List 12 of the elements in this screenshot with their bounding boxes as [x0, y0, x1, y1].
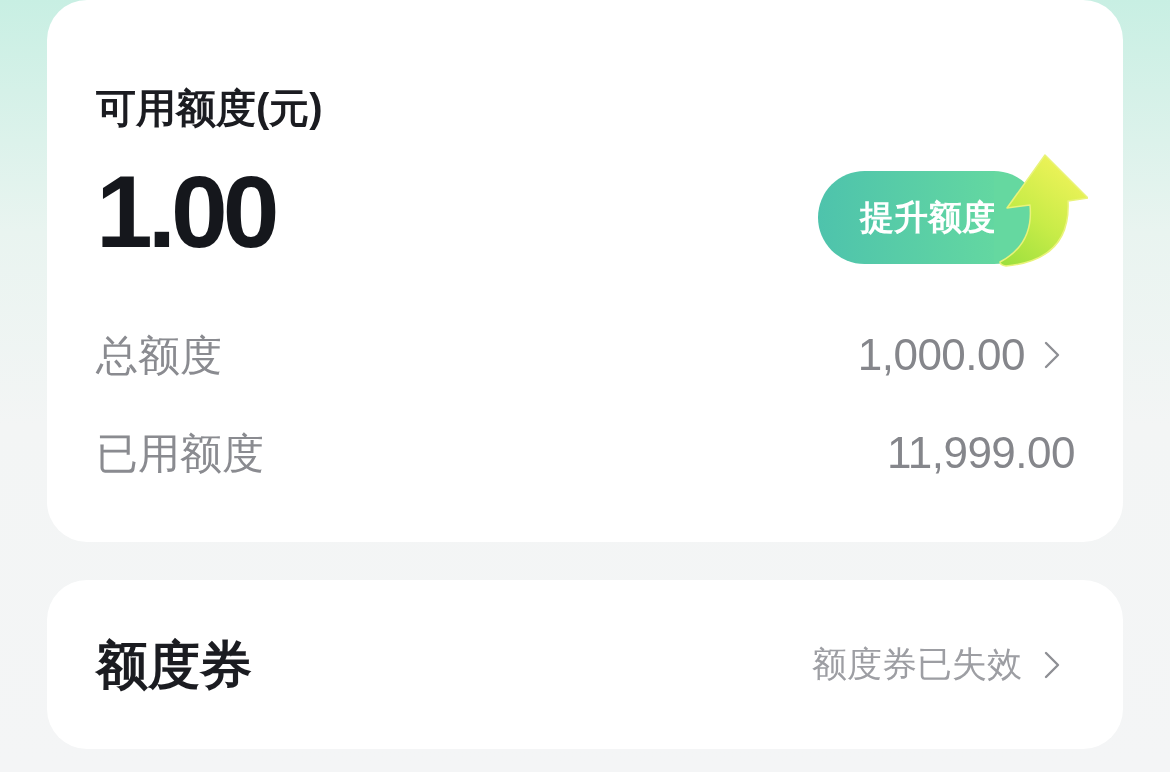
credit-label: 可用额度(元) — [96, 85, 323, 132]
chevron-icon[interactable] — [1044, 341, 1060, 369]
row-label: 总额度 — [96, 330, 222, 381]
row-value: 11,999.00 — [887, 427, 1075, 479]
voucher-panel[interactable]: 额度券 额度券已失效 — [47, 580, 1123, 749]
voucher-status: 额度券已失效 — [812, 643, 1022, 686]
row-value: 1,000.00 — [857, 329, 1025, 381]
amount-text: 1.00 — [96, 161, 275, 263]
arrow-icon — [994, 151, 1088, 267]
voucher-title: 额度券 — [96, 634, 252, 696]
row-label: 已用额度 — [96, 428, 264, 479]
chevron-icon[interactable] — [1044, 650, 1060, 679]
